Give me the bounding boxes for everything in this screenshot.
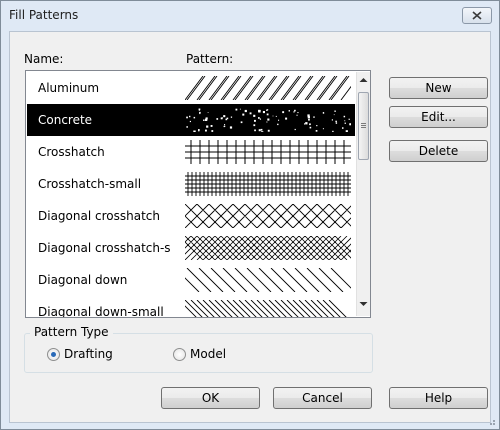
list-scrollbar[interactable]	[356, 72, 370, 316]
pattern-preview	[185, 140, 351, 164]
delete-button[interactable]: Delete	[389, 140, 488, 162]
model-radio-label[interactable]: Model	[190, 347, 226, 361]
help-button[interactable]: Help	[389, 387, 488, 409]
pattern-name: Crosshatch	[38, 145, 105, 159]
pattern-list[interactable]: Aluminum Concrete Crosshatch Crosshatch-…	[25, 70, 371, 318]
list-item[interactable]: Diagonal down	[27, 264, 355, 296]
pattern-name: Diagonal down	[38, 273, 128, 287]
drafting-radio[interactable]	[47, 348, 60, 361]
pattern-preview	[185, 236, 351, 260]
list-item[interactable]: Diagonal crosshatch	[27, 200, 355, 232]
dialog-title: Fill Patterns	[9, 8, 79, 22]
list-item[interactable]: Diagonal down-small	[27, 296, 355, 318]
list-item[interactable]: Aluminum	[27, 72, 355, 104]
pattern-preview	[185, 204, 351, 228]
pattern-preview	[185, 76, 351, 100]
new-button[interactable]: New	[389, 77, 488, 99]
resize-grip-icon[interactable]	[486, 416, 496, 426]
pattern-preview	[185, 300, 351, 317]
pattern-preview	[185, 108, 351, 132]
list-item-selected[interactable]: Concrete	[27, 104, 355, 136]
model-radio[interactable]	[173, 348, 186, 361]
title-bar[interactable]: Fill Patterns	[1, 1, 499, 29]
pattern-preview	[185, 268, 351, 292]
list-item[interactable]: Diagonal crosshatch-s	[27, 232, 355, 264]
drafting-radio-label[interactable]: Drafting	[64, 347, 113, 361]
scroll-up-arrow-icon[interactable]	[359, 77, 368, 83]
scroll-down-arrow-icon[interactable]	[359, 301, 368, 307]
pattern-name: Diagonal down-small	[38, 305, 164, 318]
list-item[interactable]: Crosshatch-small	[27, 168, 355, 200]
cancel-button[interactable]: Cancel	[273, 387, 372, 409]
scroll-thumb[interactable]	[358, 92, 369, 160]
pattern-name: Diagonal crosshatch	[38, 209, 160, 223]
name-column-label: Name:	[24, 52, 64, 66]
ok-button[interactable]: OK	[161, 387, 260, 409]
pattern-name: Diagonal crosshatch-s	[38, 241, 171, 255]
pattern-preview	[185, 172, 351, 196]
edit-button[interactable]: Edit...	[389, 106, 488, 128]
pattern-name: Crosshatch-small	[38, 177, 142, 191]
pattern-type-title: Pattern Type	[30, 325, 113, 339]
pattern-column-label: Pattern:	[186, 52, 234, 66]
pattern-name: Concrete	[38, 113, 93, 127]
close-icon	[472, 11, 482, 20]
close-button[interactable]	[462, 7, 492, 24]
list-item[interactable]: Crosshatch	[27, 136, 355, 168]
pattern-name: Aluminum	[38, 81, 100, 95]
